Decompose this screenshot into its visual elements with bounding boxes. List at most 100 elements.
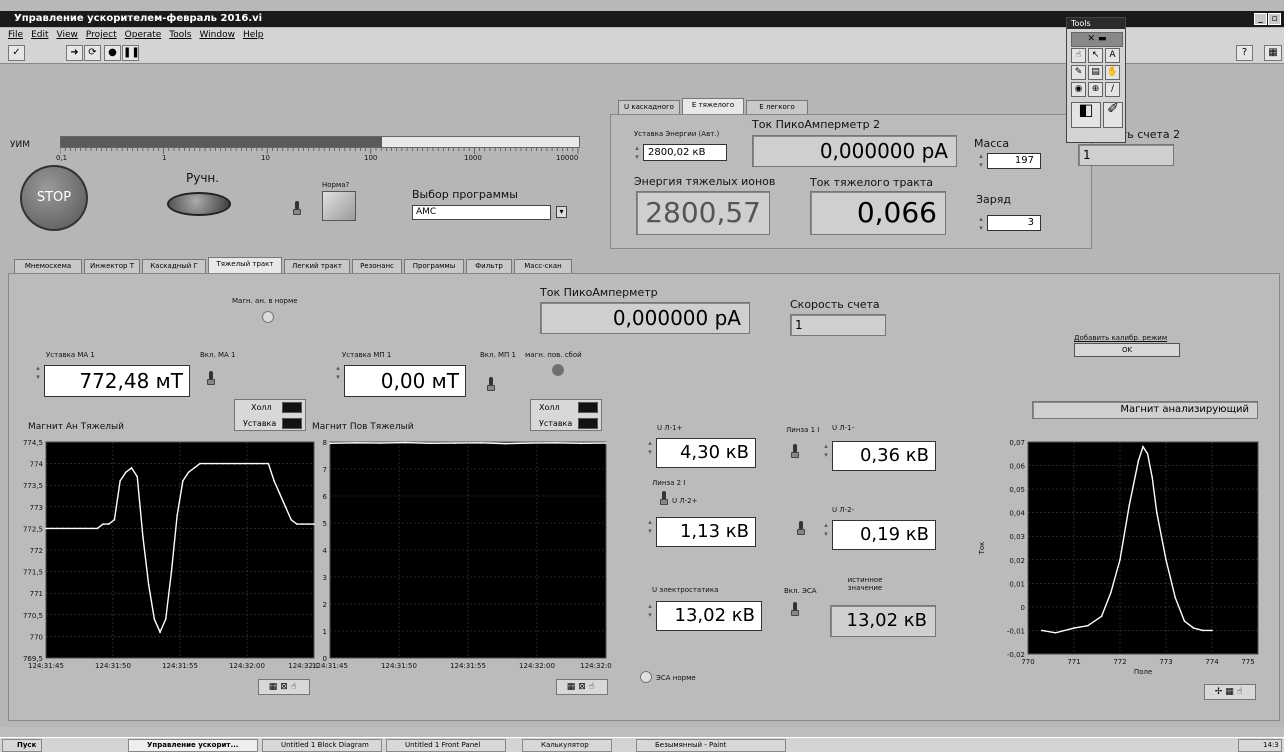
text-tool-icon[interactable]: A <box>1105 48 1120 63</box>
wire-tool-icon[interactable]: ✎ <box>1071 65 1086 80</box>
ul2p-spinner-icon[interactable]: ▴ ▾ <box>646 518 654 536</box>
data-point <box>227 462 230 465</box>
data-point <box>1142 445 1144 448</box>
menu-item-0[interactable]: File <box>8 30 23 40</box>
menu-item-5[interactable]: Tools <box>169 30 191 40</box>
manual-toggle-button[interactable] <box>167 192 231 216</box>
color-swatch-icon[interactable]: ◧ <box>1071 102 1101 128</box>
energy-tab-1[interactable]: E тяжелого <box>682 98 744 114</box>
minimize-button[interactable]: _ <box>1254 13 1267 25</box>
main-tab-6[interactable]: Программы <box>404 259 464 273</box>
uim-slider[interactable] <box>60 136 580 148</box>
main-tab-3[interactable]: Тяжелый тракт <box>208 257 282 273</box>
shortcut-tool-icon[interactable]: ▤ <box>1088 65 1103 80</box>
ma1-spinner-icon[interactable]: ▴ ▾ <box>34 364 42 382</box>
energy-tab-0[interactable]: U каскадного <box>618 100 680 114</box>
main-tab-8[interactable]: Масс-скан <box>514 259 572 273</box>
program-select[interactable]: AMC <box>412 205 551 220</box>
task-main-vi[interactable]: Управление ускорит... <box>128 739 258 752</box>
data-point <box>136 475 139 478</box>
lens1-switch[interactable] <box>791 444 799 458</box>
calib-ok-button[interactable]: OK <box>1074 343 1180 357</box>
graph2-legend[interactable]: Холл Уставка <box>530 399 602 431</box>
main-tab-7[interactable]: Фильтр <box>466 259 512 273</box>
uim-tick-1: 1 <box>162 154 167 162</box>
run-arrow-icon[interactable]: ➜ <box>66 45 83 61</box>
operate-tool-icon[interactable]: ☝ <box>1071 48 1086 63</box>
task-paint[interactable]: Безымянный - Paint <box>636 739 786 752</box>
charge-spinner-icon[interactable]: ▴ ▾ <box>977 215 985 233</box>
main-tab-2[interactable]: Каскадный Г <box>142 259 206 273</box>
help-icon[interactable]: ? <box>1236 45 1253 61</box>
run-continuous-icon[interactable]: ⟳ <box>84 45 101 61</box>
data-point <box>62 527 64 530</box>
data-point <box>125 471 127 474</box>
task-front-panel[interactable]: Untitled 1 Front Panel <box>386 739 506 752</box>
menu-item-1[interactable]: Edit <box>31 30 48 40</box>
graph1-chart[interactable]: 774,5 774 773,5 773 772,5 772 771,5 771 770,5 770… <box>0 430 318 680</box>
uesa-input[interactable]: 13,02 кВ <box>656 601 762 631</box>
x-tick-label: 124:31:55 <box>162 662 198 670</box>
auto-tool-icon[interactable]: ✕ ▬ <box>1071 32 1123 47</box>
start-button[interactable]: Пуск <box>2 739 42 752</box>
task-calculator[interactable]: Калькулятор <box>522 739 612 752</box>
setpoint-energy-spinner-icon[interactable]: ▴ ▾ <box>633 144 641 162</box>
position-tool-icon[interactable]: ↖ <box>1088 48 1103 63</box>
pause-icon[interactable]: ❚❚ <box>122 45 140 61</box>
ma1-switch-label: Вкл. МА 1 <box>200 351 236 359</box>
uesa-spinner-icon[interactable]: ▴ ▾ <box>646 602 654 620</box>
checkmark-icon[interactable]: ✓ <box>8 45 25 61</box>
lens2-switch[interactable] <box>660 491 668 505</box>
menu-item-4[interactable]: Operate <box>125 30 162 40</box>
ul2m-switch[interactable] <box>797 521 805 535</box>
data-point <box>429 442 432 445</box>
ul1p-spinner-icon[interactable]: ▴ ▾ <box>646 439 654 457</box>
graph2-chart[interactable]: 876543210124:31:45 124:31:50 124:31:55 124:… <box>300 430 612 680</box>
paint-brush-icon[interactable]: ✐ <box>1103 102 1123 128</box>
mp1-setpoint-input[interactable]: 0,00 мТ <box>344 365 466 397</box>
task-block-diagram[interactable]: Untitled 1 Block Diagram <box>262 739 382 752</box>
mass-spinner-icon[interactable]: ▴ ▾ <box>977 152 985 170</box>
color-copy-tool-icon[interactable]: / <box>1105 82 1120 97</box>
ul1m-spinner-icon[interactable]: ▴ ▾ <box>822 442 830 460</box>
mp1-switch[interactable] <box>487 377 495 391</box>
ma1-switch[interactable] <box>207 371 215 385</box>
maximize-button[interactable]: ▫ <box>1268 13 1281 25</box>
mp1-spinner-icon[interactable]: ▴ ▾ <box>334 364 342 382</box>
data-point <box>107 523 110 525</box>
graph1-tools[interactable]: ▦⊠☝ <box>258 679 310 695</box>
program-dropdown-icon[interactable]: ▾ <box>556 206 567 218</box>
data-point <box>1128 504 1130 507</box>
analyzer-chart[interactable]: 0,070,060,050,040,030,020,010-0,01-0,027… <box>976 430 1276 686</box>
esa-switch[interactable] <box>791 602 799 616</box>
graph1-legend[interactable]: Холл Уставка <box>234 399 306 431</box>
main-tab-5[interactable]: Резонанс <box>352 259 402 273</box>
manual-switch[interactable] <box>293 201 301 215</box>
ul2p-input[interactable]: 1,13 кВ <box>656 517 756 547</box>
menu-item-7[interactable]: Help <box>243 30 264 40</box>
scroll-tool-icon[interactable]: ✋ <box>1105 65 1120 80</box>
mass-input[interactable]: 197 <box>987 153 1041 169</box>
ul2m-spinner-icon[interactable]: ▴ ▾ <box>822 521 830 539</box>
ul1m-input[interactable]: 0,36 кВ <box>832 441 936 471</box>
ma1-setpoint-input[interactable]: 772,48 мТ <box>44 365 190 397</box>
ul1p-input[interactable]: 4,30 кВ <box>656 438 756 468</box>
breakpoint-tool-icon[interactable]: ◉ <box>1071 82 1086 97</box>
main-tab-1[interactable]: Инжектор Т <box>84 259 140 273</box>
main-tab-4[interactable]: Легкий тракт <box>284 259 350 273</box>
menu-item-2[interactable]: View <box>57 30 78 40</box>
main-tab-0[interactable]: Мнемосхема <box>14 259 82 273</box>
ul2m-input[interactable]: 0,19 кВ <box>832 520 936 550</box>
probe-tool-icon[interactable]: ⊕ <box>1088 82 1103 97</box>
menu-item-3[interactable]: Project <box>86 30 117 40</box>
analyzer-tools[interactable]: ✢▦☝ <box>1204 684 1256 700</box>
abort-icon[interactable]: ● <box>104 45 121 61</box>
energy-tab-2[interactable]: E легкого <box>746 100 808 114</box>
stop-button[interactable]: STOP <box>20 165 88 231</box>
graph2-tools[interactable]: ▦⊠☝ <box>556 679 608 695</box>
menu-item-6[interactable]: Window <box>199 30 235 40</box>
tools-palette[interactable]: Tools ✕ ▬ ☝ ↖ A ✎ ▤ ✋ ◉ ⊕ / ◧ ✐ <box>1066 17 1126 143</box>
charge-input[interactable]: 3 <box>987 215 1041 231</box>
setpoint-energy-input[interactable]: 2800,02 кВ <box>643 144 727 161</box>
data-point <box>354 442 356 444</box>
